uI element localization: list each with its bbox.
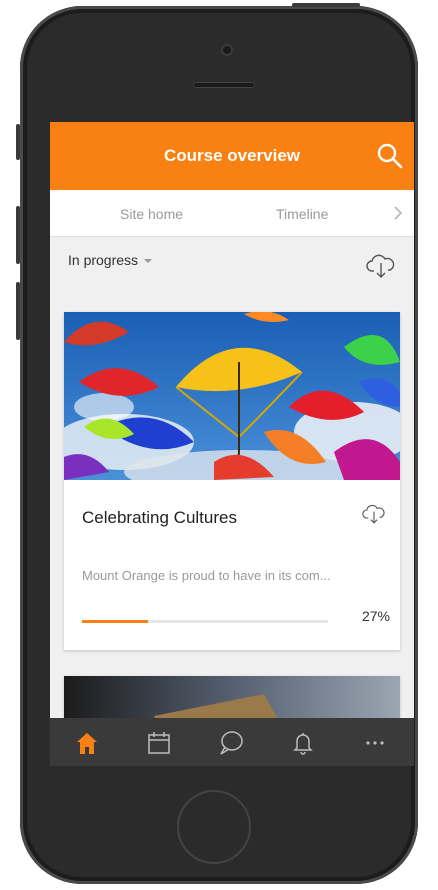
filter-selected-label: In progress: [68, 252, 139, 268]
course-filter-select[interactable]: In progress: [68, 252, 153, 268]
front-camera: [221, 44, 233, 56]
bottom-tab-bar: [50, 718, 414, 766]
cloud-download-icon[interactable]: [362, 502, 386, 526]
course-summary: Mount Orange is proud to have in its com…: [82, 568, 331, 583]
tab-timeline[interactable]: Timeline: [276, 206, 328, 222]
top-app-bar: Course overview: [50, 122, 414, 190]
device-home-button[interactable]: [177, 790, 251, 864]
more-icon[interactable]: [362, 730, 388, 756]
course-card[interactable]: Celebrating Cultures Mount Orange is pro…: [64, 312, 400, 650]
chevron-right-icon[interactable]: [390, 204, 406, 222]
power-button: [292, 3, 360, 7]
volume-down-button: [16, 282, 20, 340]
volume-up-button: [16, 206, 20, 264]
course-title: Celebrating Cultures: [82, 508, 237, 527]
cloud-download-icon[interactable]: [366, 252, 396, 280]
calendar-icon[interactable]: [146, 730, 172, 756]
tab-site-home[interactable]: Site home: [120, 206, 183, 222]
earpiece-speaker: [193, 82, 255, 88]
progress-bar-fill: [82, 620, 149, 623]
app-screen: Course overview Site home Timeline In pr…: [50, 122, 414, 766]
bell-icon[interactable]: [290, 730, 316, 756]
home-icon[interactable]: [74, 730, 100, 756]
progress-bar: [82, 620, 328, 623]
page-title: Course overview: [163, 146, 301, 165]
tab-bar: Site home Timeline: [50, 190, 414, 237]
progress-percent: 27%: [361, 608, 390, 624]
caret-down-icon: [144, 259, 153, 264]
mute-switch: [16, 124, 20, 160]
chat-icon[interactable]: [218, 730, 244, 756]
course-image: [64, 312, 400, 480]
search-icon[interactable]: [376, 142, 404, 170]
